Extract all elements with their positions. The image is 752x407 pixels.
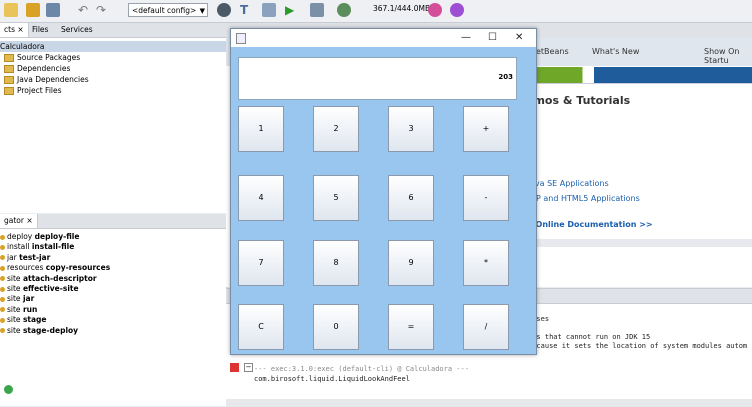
key-button[interactable]: 0 bbox=[313, 304, 359, 350]
new-file-icon[interactable] bbox=[4, 3, 18, 17]
stop-icon[interactable] bbox=[230, 363, 239, 372]
config-select[interactable]: <default config> ▼ bbox=[128, 3, 208, 17]
key-button[interactable]: 8 bbox=[313, 240, 359, 286]
navigator-goal-item[interactable]: jar test-jar bbox=[0, 253, 50, 264]
close-icon[interactable]: ✕ bbox=[515, 29, 523, 47]
output-line: because it sets the location of system m… bbox=[528, 342, 748, 350]
projects-panel: cts × Files Services Calculadora Source … bbox=[0, 23, 227, 213]
gc-icon[interactable] bbox=[428, 3, 442, 17]
memory-indicator[interactable]: 367.1/444.0MB bbox=[373, 4, 430, 13]
key-button[interactable]: 6 bbox=[388, 175, 434, 221]
goal-icon bbox=[0, 265, 5, 271]
exec-line: --- exec:3.1.0:exec (default-cli) @ Calc… bbox=[254, 365, 469, 373]
goal-icon bbox=[0, 307, 5, 313]
start-nav-show-on-startup[interactable]: Show On Startu bbox=[704, 47, 752, 65]
main-toolbar: ↶ ↷ <default config> ▼ T ▶ 367.1/444.0MB bbox=[0, 0, 752, 23]
config-value: <default config> bbox=[132, 6, 197, 15]
key-button[interactable]: 5 bbox=[313, 175, 359, 221]
goal-icon bbox=[0, 296, 5, 302]
calculator-display[interactable]: 203 bbox=[238, 57, 517, 100]
snapshot-icon[interactable] bbox=[450, 3, 464, 17]
key-button[interactable]: 2 bbox=[313, 106, 359, 152]
project-root-label: Calculadora bbox=[0, 42, 45, 51]
demos-tutorials-heading: emos & Tutorials bbox=[526, 94, 631, 107]
link-php-html5[interactable]: HP and HTML5 Applications bbox=[530, 194, 640, 203]
start-footer-band bbox=[526, 239, 752, 247]
key-button[interactable]: + bbox=[463, 106, 509, 152]
class-line: com.birosoft.liquid.LiquidLookAndFeel bbox=[254, 375, 410, 383]
goal-icon bbox=[0, 328, 5, 334]
key-button[interactable]: - bbox=[463, 175, 509, 221]
projects-tabbar: cts × Files Services bbox=[0, 23, 226, 38]
debug-icon[interactable] bbox=[310, 3, 324, 17]
key-button[interactable]: = bbox=[388, 304, 434, 350]
navigator-goal-item[interactable]: site effective-site bbox=[0, 284, 79, 295]
navigator-goal-item[interactable]: site stage-deploy bbox=[0, 326, 78, 337]
key-button[interactable]: / bbox=[463, 304, 509, 350]
tree-item-source-packages[interactable]: Source Packages bbox=[4, 52, 80, 63]
new-project-icon[interactable] bbox=[26, 3, 40, 17]
redo-icon[interactable]: ↷ bbox=[96, 3, 110, 17]
start-nav-netbeans[interactable]: etBeans bbox=[536, 47, 569, 56]
tree-item-project-files[interactable]: Project Files bbox=[4, 85, 62, 96]
minimize-icon[interactable]: — bbox=[461, 29, 471, 47]
profile-icon[interactable] bbox=[337, 3, 351, 17]
tree-item-java-dependencies[interactable]: Java Dependencies bbox=[4, 74, 89, 85]
tree-root[interactable]: Calculadora bbox=[0, 41, 226, 52]
key-button[interactable]: 3 bbox=[388, 106, 434, 152]
navigator-panel: gator × deploy deploy-file install instal… bbox=[0, 214, 227, 406]
banner-divider bbox=[526, 83, 752, 94]
key-button[interactable]: C bbox=[238, 304, 284, 350]
navigator-tabbar: gator × bbox=[0, 214, 226, 229]
folder-icon bbox=[4, 76, 14, 84]
display-value: 203 bbox=[498, 73, 513, 81]
key-button[interactable]: 1 bbox=[238, 106, 284, 152]
goal-icon bbox=[0, 317, 5, 323]
key-button[interactable]: 4 bbox=[238, 175, 284, 221]
save-all-icon[interactable] bbox=[46, 3, 60, 17]
refresh-icon[interactable] bbox=[4, 385, 13, 394]
window-titlebar: — ☐ ✕ bbox=[231, 29, 536, 47]
goal-icon bbox=[0, 286, 5, 292]
maximize-icon[interactable]: ☐ bbox=[488, 29, 497, 47]
tree-item-dependencies[interactable]: Dependencies bbox=[4, 63, 70, 74]
start-nav-whats-new[interactable]: What's New bbox=[592, 47, 639, 56]
tab-navigator[interactable]: gator × bbox=[0, 214, 38, 228]
navigator-goal-item[interactable]: install install-file bbox=[0, 242, 74, 253]
navigator-goal-item[interactable]: site stage bbox=[0, 315, 47, 326]
tab-files[interactable]: Files bbox=[28, 23, 52, 37]
globe-icon[interactable] bbox=[217, 3, 231, 17]
tab-services[interactable]: Services bbox=[57, 23, 97, 37]
run-icon[interactable]: ▶ bbox=[285, 3, 299, 17]
goal-icon bbox=[0, 276, 5, 282]
key-button[interactable]: 9 bbox=[388, 240, 434, 286]
goal-icon bbox=[0, 234, 5, 240]
undo-icon[interactable]: ↶ bbox=[78, 3, 92, 17]
navigator-goal-item[interactable]: site attach-descriptor bbox=[0, 274, 97, 285]
tab-projects[interactable]: cts × bbox=[0, 23, 29, 37]
navigator-goal-item[interactable]: site run bbox=[0, 305, 37, 316]
key-button[interactable]: * bbox=[463, 240, 509, 286]
navigator-goal-item[interactable]: deploy deploy-file bbox=[0, 232, 79, 243]
collapse-icon[interactable]: − bbox=[244, 363, 253, 372]
navigator-goal-item[interactable]: site jar bbox=[0, 294, 34, 305]
java-app-icon bbox=[236, 33, 246, 44]
build-hammer-icon[interactable]: T bbox=[240, 3, 254, 17]
goal-icon bbox=[0, 255, 5, 261]
start-banner-stripe bbox=[526, 67, 752, 83]
calculator-window: — ☐ ✕ 203 1 2 3 +4 5 6- 7 8 9 * C 0 = / bbox=[230, 28, 537, 355]
key-button[interactable]: 7 bbox=[238, 240, 284, 286]
link-online-docs[interactable]: l Online Documentation >> bbox=[530, 220, 653, 229]
folder-icon bbox=[4, 87, 14, 95]
output-line: les that cannot run on JDK 15 bbox=[528, 333, 651, 341]
clean-build-icon[interactable] bbox=[262, 3, 276, 17]
goal-icon bbox=[0, 244, 5, 250]
link-java-se[interactable]: ava SE Applications bbox=[530, 179, 609, 188]
navigator-goal-item[interactable]: resources copy-resources bbox=[0, 263, 110, 274]
folder-icon bbox=[4, 54, 14, 62]
chevron-down-icon: ▼ bbox=[199, 7, 205, 15]
folder-icon bbox=[4, 65, 14, 73]
